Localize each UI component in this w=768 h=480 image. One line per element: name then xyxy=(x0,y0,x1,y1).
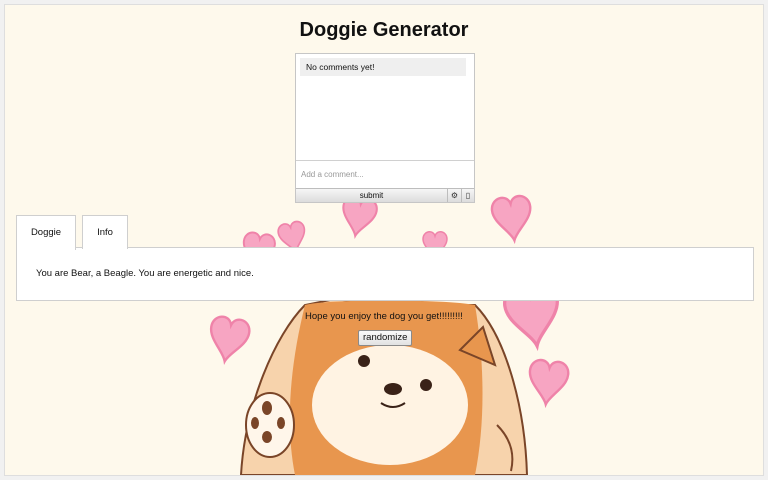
dog-body xyxy=(239,297,529,475)
tab-panel: You are Bear, a Beagle. You are energeti… xyxy=(16,247,754,301)
enjoy-message: Hope you enjoy the dog you get!!!!!!!!! xyxy=(305,311,463,322)
gear-icon[interactable]: ⚙ xyxy=(447,189,461,202)
tab-info[interactable]: Info xyxy=(82,215,128,249)
randomize-button[interactable]: randomize xyxy=(358,330,413,346)
page-title: Doggie Generator xyxy=(299,19,469,41)
dog-description: You are Bear, a Beagle. You are energeti… xyxy=(36,268,254,279)
comment-widget: No comments yet! submit ⚙ ▯ xyxy=(295,53,475,203)
comment-item: No comments yet! xyxy=(300,58,466,76)
app-frame: Doggie Generator No comments yet! submit… xyxy=(4,4,764,476)
tab-doggie[interactable]: Doggie xyxy=(16,215,76,250)
info-icon[interactable]: ▯ xyxy=(461,189,474,202)
comment-toolbar: submit ⚙ ▯ xyxy=(296,188,474,202)
comment-input[interactable] xyxy=(296,160,474,188)
submit-button[interactable]: submit xyxy=(296,189,447,202)
